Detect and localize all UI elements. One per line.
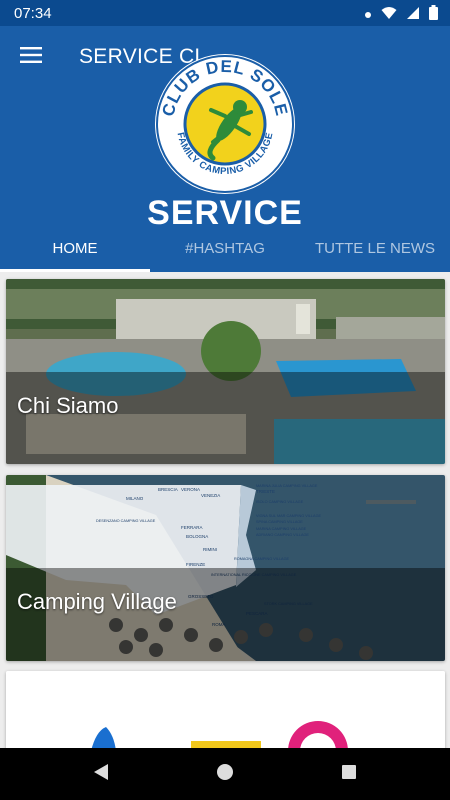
- card-chi-siamo[interactable]: Chi Siamo: [6, 279, 445, 464]
- card-label-chi-siamo: Chi Siamo: [17, 393, 119, 418]
- map-city: BRESCIA: [158, 487, 178, 492]
- map-village: ISOLO CAMPING VILLAGE: [256, 500, 304, 504]
- recents-square-icon: [341, 764, 357, 785]
- app-bar: SERVICE CL CLUB DEL SOLE FAMILY CAMPING …: [0, 26, 450, 272]
- tab-home[interactable]: HOME: [0, 231, 150, 272]
- map-city: FERRARA: [181, 525, 203, 530]
- map-village: SPINA CAMPING VILLAGE: [256, 520, 303, 524]
- status-icons: [364, 5, 438, 25]
- tab-hashtag[interactable]: #HASHTAG: [150, 231, 300, 272]
- map-city: VENEZIA: [201, 493, 220, 498]
- map-city: FIRENZE: [186, 562, 205, 567]
- tab-tutte-le-news[interactable]: TUTTE LE NEWS: [300, 231, 450, 272]
- wifi-icon: [381, 6, 397, 25]
- map-city: RIMINI: [203, 547, 217, 552]
- navigation-bar: [0, 748, 450, 800]
- card-third[interactable]: [6, 671, 445, 751]
- card-third-image: [6, 671, 445, 751]
- map-city: BOLOGNA: [186, 534, 208, 539]
- signal-icon: [406, 6, 420, 25]
- home-button[interactable]: [209, 758, 241, 790]
- club-del-sole-logo: CLUB DEL SOLE FAMILY CAMPING VILLAGE: [153, 52, 297, 196]
- notification-dot-icon: [364, 6, 372, 24]
- map-village: DESENZANO CAMPING VILLAGE: [96, 519, 156, 523]
- home-circle-icon: [216, 763, 234, 786]
- map-city: VERONA: [181, 487, 200, 492]
- map-village: ROMAGNA CAMPING VILLAGE: [234, 557, 290, 561]
- map-village: ADRIANO CAMPING VILLAGE: [256, 533, 309, 537]
- tab-bar: HOME #HASHTAG TUTTE LE NEWS: [0, 231, 450, 272]
- card-camping-village[interactable]: BRESCIA VERONA MILANO VENEZIA TRIESTE BO…: [6, 475, 445, 661]
- card-label-camping-village: Camping Village: [17, 589, 177, 614]
- status-time: 07:34: [14, 5, 52, 22]
- map-village: VIGNA SUL MAR CAMPING VILLAGE: [256, 514, 322, 518]
- back-button[interactable]: [85, 758, 117, 790]
- hero-title: SERVICE: [147, 194, 303, 232]
- recents-button[interactable]: [333, 758, 365, 790]
- hamburger-menu-icon: [20, 46, 42, 68]
- menu-button[interactable]: [10, 38, 52, 76]
- back-triangle-icon: [93, 763, 109, 786]
- map-city: MILANO: [126, 496, 144, 501]
- status-bar: 07:34: [0, 0, 450, 26]
- map-village: MARINA CAMPING VILLAGE: [256, 527, 307, 531]
- map-city: TRIESTE: [256, 489, 275, 494]
- battery-icon: [429, 5, 438, 25]
- map-village: MARINA JULIA CAMPING VILLAGE: [256, 484, 318, 488]
